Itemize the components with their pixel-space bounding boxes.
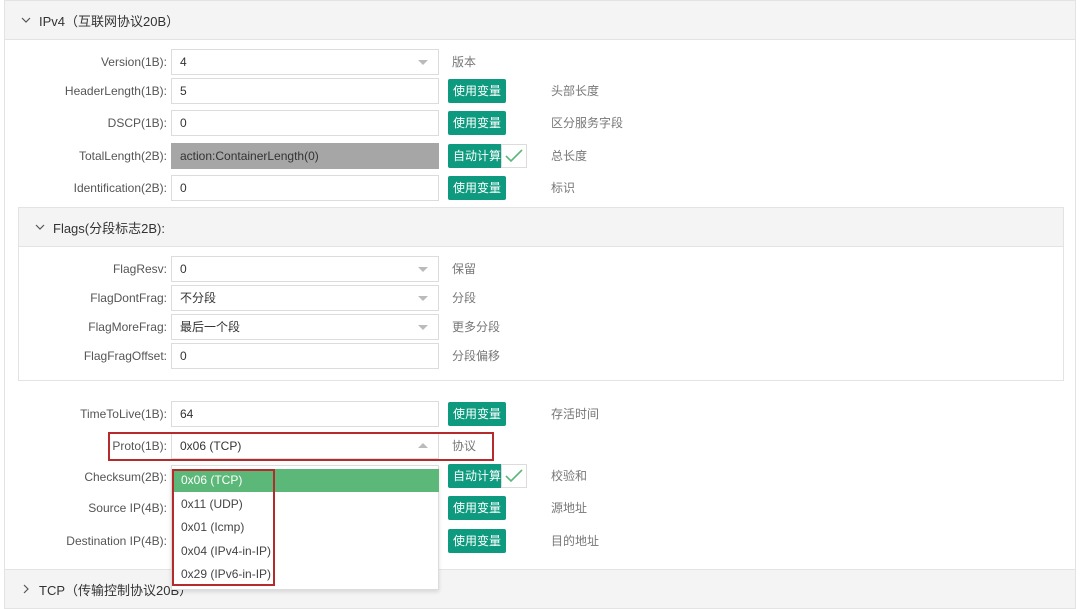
- tcp-section-title: TCP（传输控制协议20B）: [39, 582, 193, 598]
- select-value: 最后一个段: [180, 320, 241, 334]
- tcp-section-header[interactable]: TCP（传输控制协议20B）: [4, 569, 1076, 609]
- select-value: 0: [180, 262, 187, 276]
- select-value: 4: [180, 55, 187, 69]
- flagfragoffset-input[interactable]: 0: [171, 343, 439, 369]
- headerlength-input[interactable]: 5: [171, 78, 439, 104]
- flagdontfrag-label-row: FlagDontFrag:: [0, 285, 167, 311]
- flagresv-label-row: FlagResv:: [0, 256, 167, 282]
- field-description: 头部长度: [551, 84, 600, 98]
- select-value: 不分段: [180, 291, 217, 305]
- flags-section-title: Flags(分段标志2B):: [53, 220, 165, 236]
- check-icon: [505, 149, 523, 163]
- check-icon: [505, 469, 523, 483]
- identification-label-row: Identification(2B):: [0, 175, 167, 201]
- field-label: HeaderLength(1B):: [64, 84, 167, 98]
- options-highlight-box: [172, 469, 275, 586]
- field-label: Checksum(2B):: [84, 470, 167, 484]
- chevron-down-icon: [35, 222, 45, 232]
- version-label-row: Version(1B):: [0, 49, 167, 75]
- destination-ip-label-row: Destination IP(4B):: [0, 528, 167, 554]
- field-label: Source IP(4B):: [88, 501, 167, 515]
- dscp-label-row: DSCP(1B):: [0, 110, 167, 136]
- source-ip-label-row: Source IP(4B):: [0, 495, 167, 521]
- input-value: 5: [180, 84, 187, 98]
- dropdown-arrow-icon: [418, 60, 428, 65]
- field-description: 分段偏移: [452, 349, 501, 363]
- field-description: 更多分段: [452, 320, 501, 334]
- use-variable-button[interactable]: 使用变量: [448, 402, 507, 426]
- headerlength-label-row: HeaderLength(1B):: [0, 78, 167, 104]
- field-description: 总长度: [551, 149, 588, 163]
- field-description: 目的地址: [551, 534, 600, 548]
- flagfragoffset-label-row: FlagFragOffset:: [0, 343, 167, 369]
- input-value: 64: [180, 407, 194, 421]
- field-label: TimeToLive(1B):: [80, 407, 167, 421]
- input-value: 0: [180, 116, 187, 130]
- field-label: FlagFragOffset:: [83, 349, 167, 363]
- field-label: TotalLength(2B):: [78, 149, 167, 163]
- ipv4-section-title: IPv4（互联网协议20B）: [39, 13, 180, 29]
- ipv4-section-header[interactable]: IPv4（互联网协议20B）: [4, 0, 1076, 40]
- auto-calc-checkbox[interactable]: [501, 144, 527, 168]
- field-label: Destination IP(4B):: [66, 534, 167, 548]
- field-label: FlagResv:: [112, 262, 167, 276]
- flagdontfrag-select[interactable]: 不分段: [171, 285, 439, 311]
- totallength-input: action:ContainerLength(0): [171, 143, 439, 169]
- field-label: FlagDontFrag:: [90, 291, 167, 305]
- input-value: action:ContainerLength(0): [180, 149, 319, 163]
- dropdown-arrow-icon: [418, 325, 428, 330]
- field-description: 分段: [452, 291, 477, 305]
- field-label: FlagMoreFrag:: [88, 320, 167, 334]
- ttl-input[interactable]: 64: [171, 401, 439, 427]
- use-variable-button[interactable]: 使用变量: [448, 496, 507, 520]
- flagmorefrag-label-row: FlagMoreFrag:: [0, 314, 167, 340]
- use-variable-button[interactable]: 使用变量: [448, 111, 507, 135]
- field-description: 存活时间: [551, 407, 600, 421]
- identification-input[interactable]: 0: [171, 175, 439, 201]
- dropdown-arrow-icon: [418, 267, 428, 272]
- field-label: Version(1B):: [100, 55, 167, 69]
- auto-calc-button[interactable]: 自动计算: [448, 144, 507, 168]
- flags-section-header[interactable]: Flags(分段标志2B):: [18, 207, 1064, 247]
- input-value: 0: [180, 181, 187, 195]
- field-description: 保留: [452, 262, 477, 276]
- ttl-label-row: TimeToLive(1B):: [0, 401, 167, 427]
- auto-calc-button[interactable]: 自动计算: [448, 464, 507, 488]
- auto-calc-checkbox[interactable]: [501, 464, 527, 488]
- field-description: 源地址: [551, 501, 588, 515]
- chevron-right-icon: [21, 584, 31, 594]
- version-select[interactable]: 4: [171, 49, 439, 75]
- flagmorefrag-select[interactable]: 最后一个段: [171, 314, 439, 340]
- field-description: 版本: [452, 55, 477, 69]
- dscp-input[interactable]: 0: [171, 110, 439, 136]
- flagresv-select[interactable]: 0: [171, 256, 439, 282]
- field-description: 校验和: [551, 469, 588, 483]
- field-label: DSCP(1B):: [107, 116, 167, 130]
- field-description: 区分服务字段: [551, 116, 624, 130]
- checksum-label-row: Checksum(2B):: [0, 464, 167, 490]
- dropdown-arrow-icon: [418, 296, 428, 301]
- proto-highlight-box: [108, 432, 494, 461]
- chevron-down-icon: [21, 15, 31, 25]
- use-variable-button[interactable]: 使用变量: [448, 79, 507, 103]
- use-variable-button[interactable]: 使用变量: [448, 176, 507, 200]
- use-variable-button[interactable]: 使用变量: [448, 529, 507, 553]
- field-label: Identification(2B):: [73, 181, 167, 195]
- totallength-label-row: TotalLength(2B):: [0, 143, 167, 169]
- input-value: 0: [180, 349, 187, 363]
- field-description: 标识: [551, 181, 576, 195]
